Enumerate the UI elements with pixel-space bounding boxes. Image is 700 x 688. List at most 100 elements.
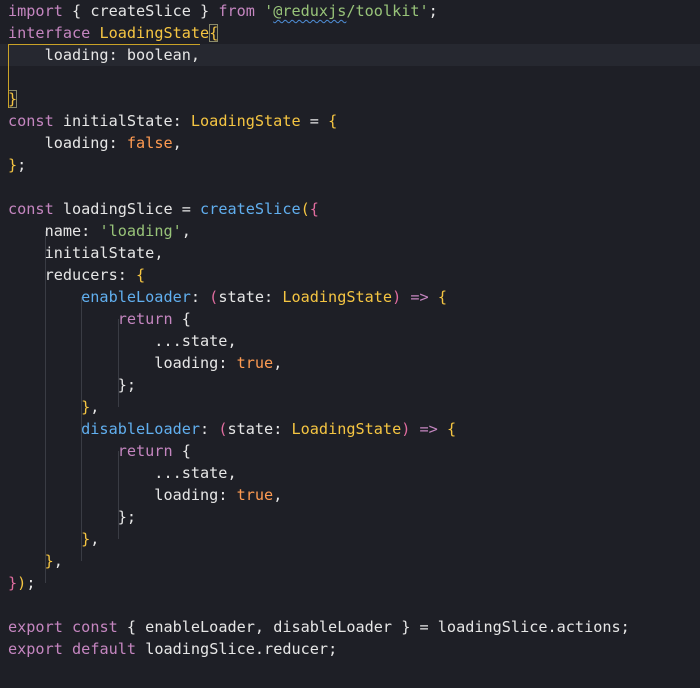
code-token: , (190, 46, 201, 64)
code-token: loadingSlice.reducer; (136, 640, 338, 658)
code-token: loading (8, 134, 109, 152)
code-line[interactable]: loading: true, (0, 484, 700, 506)
bracket-match-guide (8, 44, 9, 108)
code-line[interactable]: interface LoadingState{ (0, 22, 700, 44)
code-token: { (446, 420, 457, 438)
code-line[interactable]: loading: false, (0, 132, 700, 154)
code-line[interactable]: } (0, 88, 700, 110)
code-line[interactable]: ...state, (0, 330, 700, 352)
code-token: , (90, 398, 100, 416)
code-token: { (309, 200, 319, 218)
code-token: , (181, 222, 191, 240)
code-token: } (8, 376, 127, 394)
code-token: } (190, 2, 219, 20)
code-line-text: reducers: { (8, 264, 146, 286)
code-line[interactable]: }, (0, 396, 700, 418)
code-token: loading (8, 486, 219, 504)
code-token: , (227, 332, 237, 350)
code-line[interactable]: ...state, (0, 462, 700, 484)
code-line[interactable]: return { (0, 440, 700, 462)
code-token: } (8, 530, 91, 548)
code-token: return (8, 442, 173, 460)
code-line[interactable]: enableLoader: (state: LoadingState) => { (0, 286, 700, 308)
code-line[interactable]: reducers: { (0, 264, 700, 286)
code-line-text: }; (8, 506, 136, 528)
code-token: LoadingState (190, 112, 301, 130)
code-line-text: ...state, (8, 462, 236, 484)
code-line-text: ...state, (8, 330, 237, 352)
code-token: true (236, 354, 274, 372)
code-token: : (117, 266, 137, 284)
code-token: ; (126, 508, 137, 526)
code-token: export (8, 618, 63, 636)
code-line-text: return { (8, 440, 191, 462)
code-token: , (273, 486, 283, 504)
code-token: reducers (8, 266, 118, 284)
code-line-text: disableLoader: (state: LoadingState) => … (8, 418, 456, 440)
code-line[interactable]: }; (0, 374, 700, 396)
code-token: name (8, 222, 82, 240)
code-line[interactable]: const initialState: LoadingState = { (0, 110, 700, 132)
code-line[interactable]: }; (0, 506, 700, 528)
code-token: ) (17, 574, 27, 592)
code-line-text: interface LoadingState{ (8, 22, 219, 44)
code-editor[interactable]: import { createSlice } from '@reduxjs/to… (0, 0, 700, 688)
code-token: interface (8, 24, 91, 42)
code-token: : (172, 112, 191, 130)
code-token: 'loading' (99, 222, 182, 240)
code-line-text: initialState, (8, 242, 164, 264)
code-token: from (218, 2, 255, 20)
code-token: enableLoader (8, 288, 191, 306)
code-token: , (273, 354, 283, 372)
code-line[interactable] (0, 176, 700, 198)
code-token: default (72, 640, 137, 658)
code-line-text: enableLoader: (state: LoadingState) => { (8, 286, 447, 308)
code-token: /toolkit' (346, 2, 429, 20)
code-token: ( (300, 200, 310, 218)
code-line-text: }, (8, 528, 99, 550)
code-line[interactable]: export default loadingSlice.reducer; (0, 638, 700, 660)
code-line[interactable]: const loadingSlice = createSlice({ (0, 198, 700, 220)
code-line[interactable]: }); (0, 572, 700, 594)
code-line[interactable]: loading: true, (0, 352, 700, 374)
code-token: : (218, 486, 237, 504)
code-line[interactable]: initialState, (0, 242, 700, 264)
code-line[interactable] (0, 66, 700, 88)
code-line-text: }, (8, 396, 99, 418)
code-token: createSlice (90, 2, 191, 20)
code-token: } (8, 398, 91, 416)
code-token: disableLoader (8, 420, 201, 438)
code-line[interactable]: name: 'loading', (0, 220, 700, 242)
bracket-match-highlight (8, 44, 201, 45)
code-token: loading (8, 46, 109, 64)
code-line[interactable]: }, (0, 528, 700, 550)
code-token: LoadingState (99, 24, 210, 42)
code-line[interactable] (0, 594, 700, 616)
code-token: { (172, 442, 191, 460)
code-token: LoadingState (291, 420, 402, 438)
code-token: ...state (8, 332, 228, 350)
code-token: { (437, 288, 447, 306)
code-line-text: loading: true, (8, 484, 282, 506)
code-line-text: export default loadingSlice.reducer; (8, 638, 337, 660)
code-token: @reduxjs (273, 2, 347, 20)
code-line[interactable]: export const { enableLoader, disableLoad… (0, 616, 700, 638)
code-token: = (181, 200, 201, 218)
code-line[interactable]: }, (0, 550, 700, 572)
code-token: } (8, 552, 54, 570)
code-token: initialState (53, 112, 173, 130)
code-token: ; (428, 2, 438, 20)
code-line[interactable]: import { createSlice } from '@reduxjs/to… (0, 0, 700, 22)
code-line-text: import { createSlice } from '@reduxjs/to… (8, 0, 438, 22)
code-token: ) (392, 288, 402, 306)
code-line[interactable]: disableLoader: (state: LoadingState) => … (0, 418, 700, 440)
code-line[interactable]: }; (0, 154, 700, 176)
code-line-text: export const { enableLoader, disableLoad… (8, 616, 630, 638)
code-token: = (300, 112, 329, 130)
code-line[interactable]: return { (0, 308, 700, 330)
code-token: , (172, 134, 182, 152)
code-line[interactable]: loading: boolean, (0, 44, 700, 66)
code-token: loadingSlice (53, 200, 182, 218)
